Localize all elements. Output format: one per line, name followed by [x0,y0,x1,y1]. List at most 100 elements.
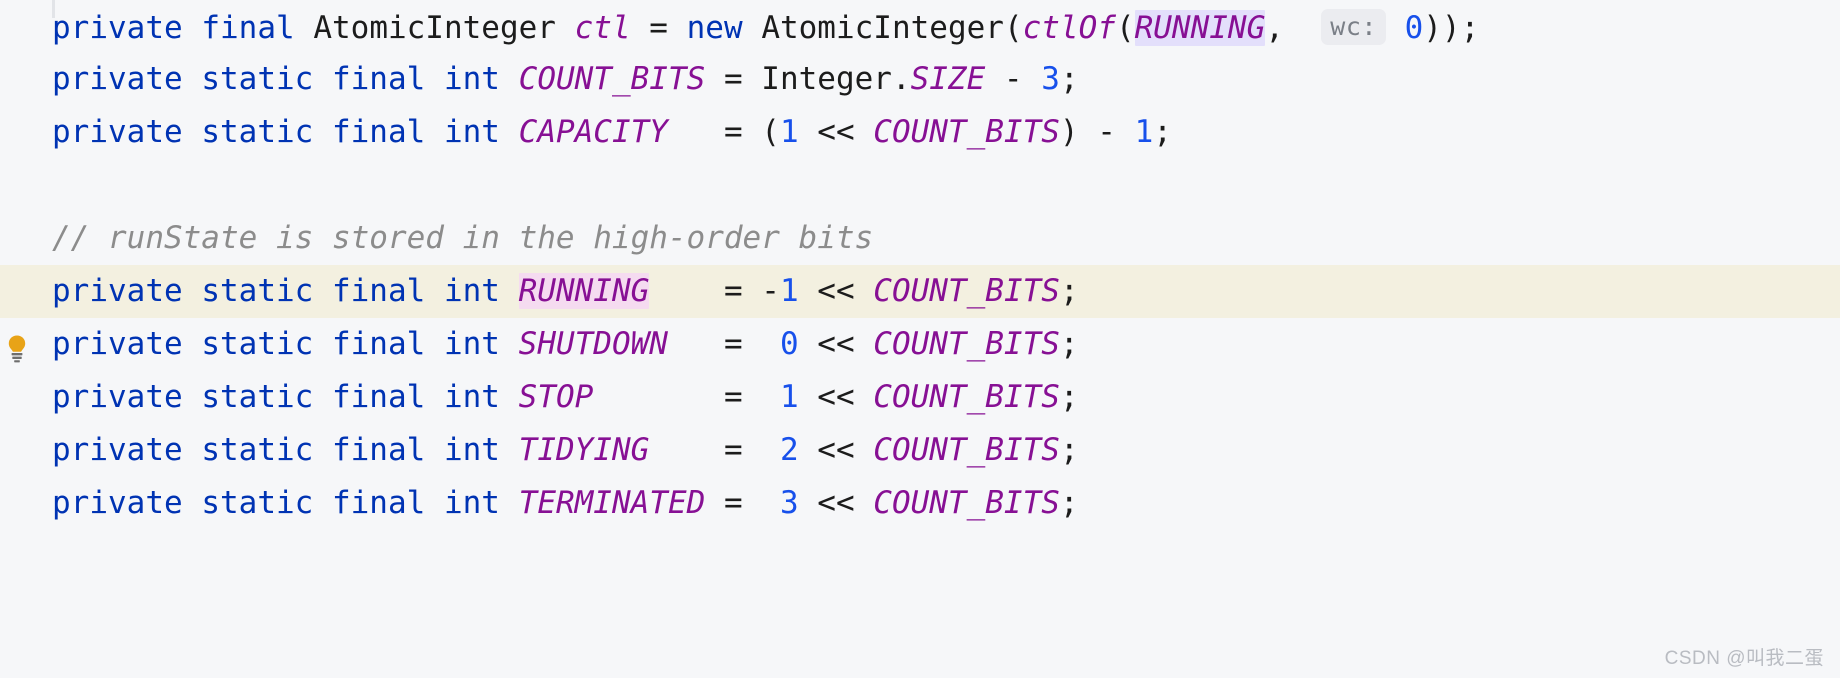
code-line[interactable]: private static final int TERMINATED = 3 … [0,477,1840,530]
code-token: ; [1059,61,1079,97]
code-token: final [331,273,426,309]
code-token: - [985,61,1042,97]
code-token: TERMINATED [518,485,706,521]
code-token: = [667,326,780,362]
code-token: private [52,10,183,46]
code-token: final [331,61,426,97]
code-token: 3 [779,485,799,521]
code-token: SHUTDOWN [518,326,668,362]
code-editor[interactable]: private final AtomicInteger ctl = new At… [0,0,1840,678]
code-line[interactable]: private static final int COUNT_BITS = In… [0,53,1840,106]
csdn-watermark: CSDN @叫我二蛋 [1664,648,1824,669]
code-token: SIZE [910,61,986,97]
code-token: int [443,114,500,150]
code-token: private [52,432,183,468]
code-line[interactable]: private static final int TIDYING = 2 << … [0,424,1840,477]
code-token: 1 [1134,114,1154,150]
inlay-parameter-hint[interactable]: wc: [1321,9,1386,45]
code-token: ) - [1059,114,1135,150]
code-token: 1 [779,114,799,150]
code-token: int [443,326,500,362]
code-token: ctl [574,10,631,46]
code-content[interactable]: private final AtomicInteger ctl = new At… [0,0,1840,530]
code-token: 0 [779,326,799,362]
code-token: 2 [779,432,799,468]
code-token: ctlOf [1022,10,1116,46]
code-token: private [52,114,183,150]
highlighted-token: RUNNING [518,273,650,309]
code-token: TIDYING [518,432,650,468]
code-token: private [52,379,183,415]
code-token: int [443,273,500,309]
lightbulb-icon[interactable] [4,334,30,364]
code-token: private [52,61,183,97]
code-token: static [201,485,314,521]
code-token: << [798,379,874,415]
code-token: int [443,379,500,415]
code-line[interactable]: private static final int CAPACITY = (1 <… [0,106,1840,159]
code-token: AtomicInteger( [761,10,1023,46]
code-line[interactable]: private final AtomicInteger ctl = new At… [0,0,1840,53]
code-token: final [331,326,426,362]
code-token: COUNT_BITS [873,485,1060,521]
indent-guide [52,0,55,18]
code-token: STOP [518,379,594,415]
code-token: final [331,379,426,415]
code-token: ; [1059,379,1079,415]
code-line[interactable]: // runState is stored in the high-order … [0,212,1840,265]
code-token: int [443,432,500,468]
code-token: ; [1059,273,1079,309]
code-token: static [201,114,314,150]
code-token: << [798,485,874,521]
code-token: CAPACITY [518,114,668,150]
code-line[interactable]: private static final int STOP = 1 << COU… [0,371,1840,424]
code-token: , [1265,10,1322,46]
code-token: ; [1059,432,1079,468]
code-token: static [201,326,314,362]
code-token: AtomicInteger [313,10,556,46]
code-line[interactable]: private static final int SHUTDOWN = 0 <<… [0,318,1840,371]
code-token: new [686,10,743,46]
code-token: = [630,10,687,46]
code-token: // runState is stored in the high-order … [52,220,874,256]
code-token: Integer. [761,61,911,97]
code-token: ( [1115,10,1135,46]
code-token: COUNT_BITS [873,114,1060,150]
code-token: ; [1059,326,1079,362]
code-line[interactable] [0,159,1840,212]
code-token: = [705,485,780,521]
code-token: << [798,114,874,150]
code-token: = ( [667,114,780,150]
code-token: static [201,379,314,415]
code-token: final [331,485,426,521]
code-token: private [52,273,183,309]
code-token: int [443,61,500,97]
code-line-active[interactable]: private static final int RUNNING = -1 <<… [0,265,1840,318]
code-token: static [201,273,314,309]
code-token: 3 [1041,61,1060,97]
code-token: int [443,485,500,521]
code-token: final [331,432,426,468]
